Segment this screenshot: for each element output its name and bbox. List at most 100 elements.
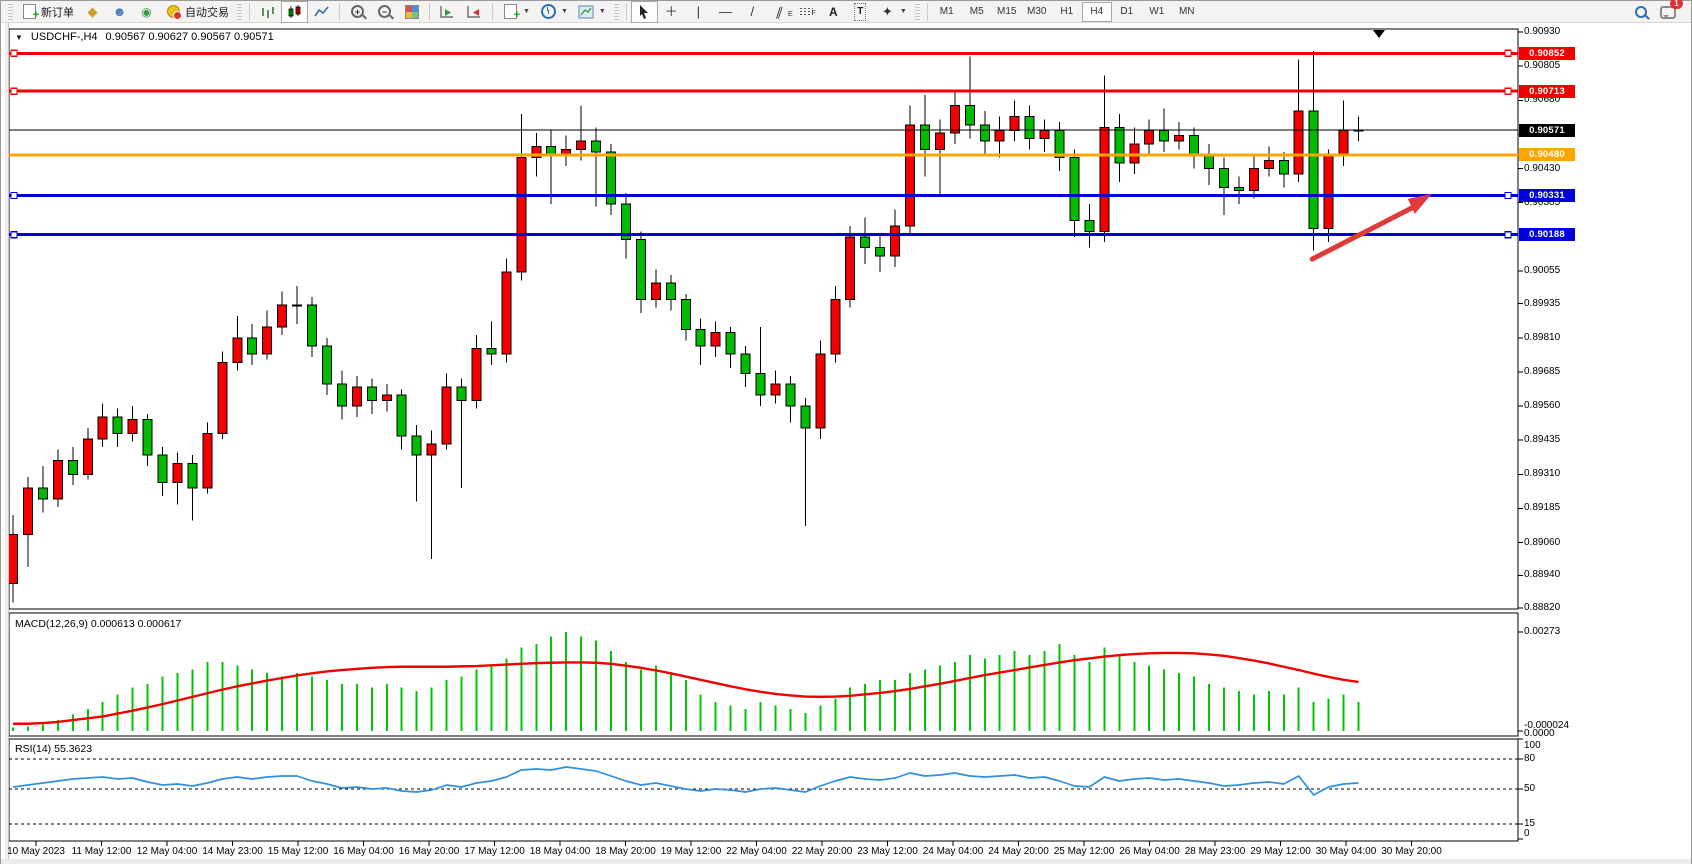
macd-name: MACD(12,26,9) [15,618,88,630]
timeframe-W1[interactable]: W1 [1142,2,1172,22]
new-order-button[interactable]: 新订单 [16,1,79,23]
bar-chart-icon [259,4,276,20]
macd-values: 0.000613 0.000617 [91,618,182,630]
timeframe-H1[interactable]: H1 [1052,2,1082,22]
separator [492,3,493,21]
cursor-tool-button[interactable] [631,1,658,23]
time-label: 24 May 20:00 [988,846,1049,857]
time-label: 23 May 12:00 [857,846,918,857]
market-watch-button[interactable]: ◆ [79,1,106,23]
zoom-in-icon: + [349,4,366,20]
time-label: 28 May 23:00 [1185,846,1246,857]
time-label: 22 May 04:00 [726,846,787,857]
fibonacci-tool-button[interactable] [793,1,820,23]
zoom-out-button[interactable]: − [371,1,398,23]
line-handle[interactable] [11,232,17,238]
hline-tool-button[interactable]: — [712,1,739,23]
cursor-icon [636,4,653,20]
timeframe-M1[interactable]: M1 [932,2,962,22]
shapes-tool-button[interactable]: ✦▼ [874,1,912,23]
text-tool-button[interactable]: A [820,1,847,23]
timeframe-MN[interactable]: MN [1172,2,1202,22]
crosshair-icon: ＋ [663,4,680,20]
autotrade-label: 自动交易 [185,4,229,20]
chevron-down-icon: ▼ [561,8,568,15]
chart-title: ▼ USDCHF-,H4 0.90567 0.90627 0.90567 0.9… [15,31,274,43]
line-handle[interactable] [11,50,17,56]
time-label: 15 May 12:00 [268,846,329,857]
trendline-tool-button[interactable]: / [739,1,766,23]
price-tick: 0.90055 [1524,265,1560,276]
search-button[interactable] [1627,1,1654,23]
price-tick: 0.89810 [1524,332,1560,343]
chart-shift-button[interactable] [461,1,488,23]
price-badge-support: 0.90188 [1519,228,1575,241]
auto-scroll-button[interactable] [434,1,461,23]
time-label: 12 May 04:00 [137,846,198,857]
line-handle[interactable] [1505,50,1511,56]
zoom-in-button[interactable]: + [344,1,371,23]
macd-label: MACD(12,26,9) 0.000613 0.000617 [15,618,181,630]
timeframe-M5[interactable]: M5 [962,2,992,22]
time-label: 18 May 20:00 [595,846,656,857]
chart-area[interactable] [1,1,1692,864]
tile-windows-button[interactable] [398,1,425,23]
price-tick: 0.90930 [1524,26,1560,37]
line-handle[interactable] [1505,193,1511,199]
candlestick-mode-button[interactable] [281,1,308,23]
fibonacci-icon [798,4,815,20]
window-bottom-edge [1,859,1691,864]
timeframe-M30[interactable]: M30 [1022,2,1052,22]
toolbar-grip[interactable] [614,4,619,20]
time-label: 19 May 12:00 [661,846,722,857]
add-indicator-icon [502,4,519,20]
timeframe-group: M1M5M15M30H1H4D1W1MN [932,1,1202,22]
text-label-tool-button[interactable]: T [847,1,874,23]
price-tick: 0.89185 [1524,502,1560,513]
trendline-icon: / [744,4,761,20]
time-label: 29 May 12:00 [1250,846,1311,857]
bar-chart-mode-button[interactable] [254,1,281,23]
vertical-line-icon: | [690,4,707,20]
templates-button[interactable]: ▼ [573,1,611,23]
price-tick: 0.89935 [1524,298,1560,309]
time-label: 22 May 20:00 [792,846,853,857]
timeframe-D1[interactable]: D1 [1112,2,1142,22]
notifications-button[interactable]: 1 [1654,1,1681,23]
price-tick: 0.88940 [1524,569,1560,580]
time-label: 30 May 20:00 [1381,846,1442,857]
timeframe-M15[interactable]: M15 [992,2,1022,22]
clock-icon [540,4,557,20]
line-handle[interactable] [11,193,17,199]
autotrade-button[interactable]: 自动交易 [160,1,234,23]
price-tick: 0.89310 [1524,468,1560,479]
price-badge-pivot: 0.90480 [1519,148,1575,161]
profile-button[interactable]: ☻ [106,1,133,23]
line-handle[interactable] [1505,88,1511,94]
line-handle[interactable] [11,88,17,94]
channel-tool-button[interactable]: ∥ [766,1,793,23]
toolbar-grip[interactable] [237,4,242,20]
toolbar-grip[interactable] [8,4,13,20]
chart-menu-icon[interactable]: ▼ [15,33,23,42]
time-label: 17 May 12:00 [464,846,525,857]
rsi-axis-label: 80 [1524,753,1535,764]
price-tick: 0.89435 [1524,434,1560,445]
line-handle[interactable] [1505,232,1511,238]
indicators-button[interactable]: ▼ [497,1,535,23]
timeframe-H4[interactable]: H4 [1082,2,1112,22]
template-chart-icon [578,4,595,20]
crosshair-tool-button[interactable]: ＋ [658,1,685,23]
new-order-icon [21,4,38,20]
price-tick: 0.88820 [1524,602,1560,613]
vline-tool-button[interactable]: | [685,1,712,23]
line-chart-mode-button[interactable] [308,1,335,23]
price-badge-current: 0.90571 [1519,124,1575,137]
rsi-axis-label: 100 [1524,740,1541,751]
price-tick: 0.90805 [1524,60,1560,71]
periods-button[interactable]: ▼ [535,1,573,23]
macd-axis-label: 0.00273 [1524,626,1560,637]
toolbar-grip[interactable] [915,4,920,20]
price-badge-resistance: 0.90852 [1519,47,1575,60]
signals-button[interactable]: ◉ [133,1,160,23]
